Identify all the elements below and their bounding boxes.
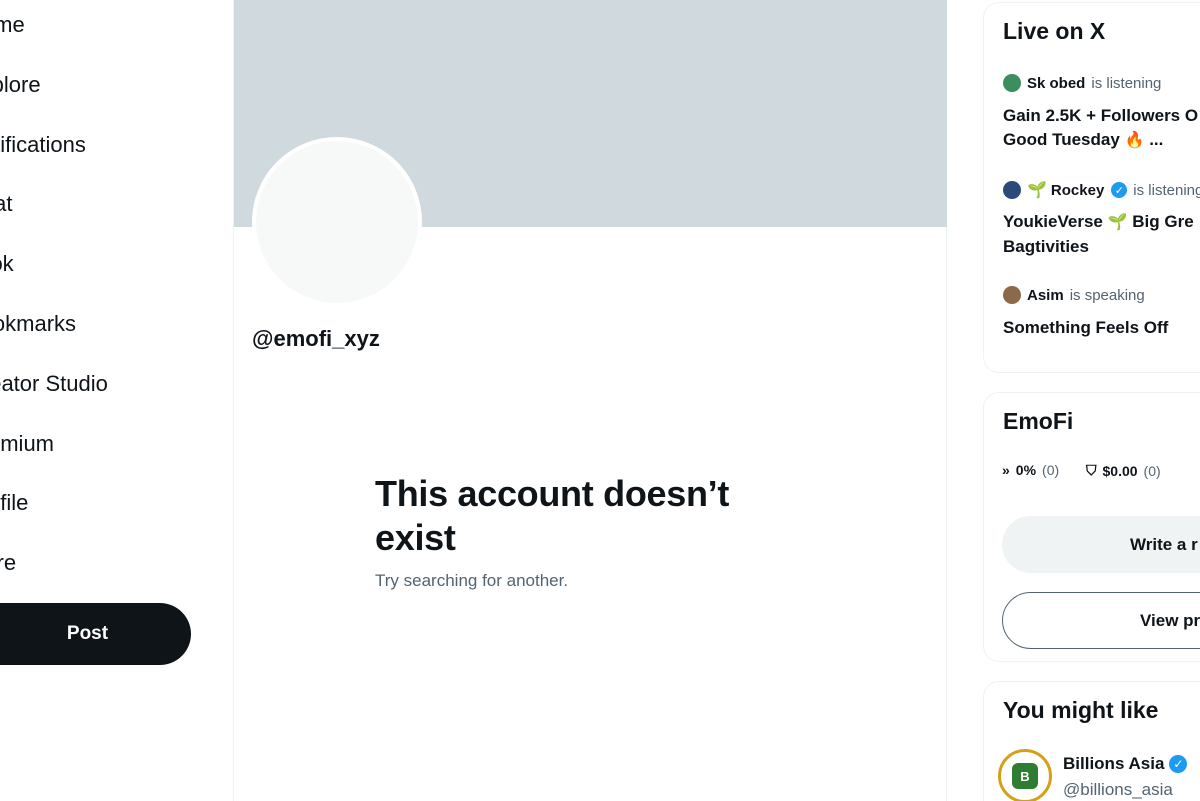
host-status: is listening	[1133, 181, 1200, 199]
billions-logo-icon: B	[1012, 763, 1038, 789]
live-entry-host[interactable]: 🌱 Rockey ✓ is listening	[1003, 180, 1200, 200]
verified-badge-icon: ✓	[1169, 755, 1188, 773]
nav-item-home[interactable]: Home	[0, 0, 206, 50]
community-stat: ⛉ $0.00 (0)	[1086, 462, 1161, 479]
main-column: @emofi_xyz This account doesn’t exist Tr…	[233, 0, 947, 801]
community-stat: » 0% (0)	[1002, 462, 1060, 478]
live-entry-host[interactable]: Sk obed is listening	[1003, 74, 1161, 92]
host-status: is listening	[1091, 74, 1162, 92]
you-might-like-title: You might like	[1003, 697, 1159, 723]
nav-item-more[interactable]: More	[0, 538, 206, 588]
nav-item-profile[interactable]: Profile	[0, 478, 206, 528]
host-avatar	[1003, 181, 1021, 199]
host-avatar	[1003, 286, 1021, 304]
left-navigation: Home Explore Notifications Chat Grok Boo…	[0, 0, 233, 801]
community-card-title: EmoFi	[1003, 408, 1074, 434]
host-avatar	[1003, 74, 1021, 92]
post-button-label: Post	[66, 623, 109, 644]
host-name: Asim	[1027, 286, 1064, 304]
fire-icon: 🔥	[1124, 132, 1145, 149]
nav-item-bookmarks[interactable]: Bookmarks	[0, 299, 206, 349]
live-entry-host[interactable]: Asim is speaking	[1003, 286, 1145, 304]
shield-icon: ⛉	[1086, 462, 1097, 478]
live-entry-title[interactable]: YoukieVerse 🌱 Big Gre Bagtivities	[1003, 210, 1200, 259]
profile-handle: @emofi_xyz	[252, 326, 380, 351]
live-entry-title-line: YoukieVerse 🌱 Big Gre	[1003, 212, 1194, 231]
empty-state: This account doesn’t exist Try searching…	[375, 472, 795, 591]
nav-item-notifications[interactable]: Notifications	[0, 120, 206, 170]
sprout-icon: 🌱	[1107, 214, 1128, 231]
verified-badge-icon: ✓	[1111, 182, 1128, 198]
suggest-handle: @billions_asia	[1063, 780, 1173, 799]
host-status: is speaking	[1069, 286, 1145, 304]
sprout-icon: 🌱	[1027, 182, 1047, 199]
host-name: Rockey	[1050, 181, 1105, 199]
nav-item-creator-studio[interactable]: Creator Studio	[0, 359, 206, 409]
host-name: Sk obed	[1027, 74, 1086, 92]
live-entry-title-line: Gain 2.5K + Followers O	[1003, 106, 1199, 125]
nav-item-explore[interactable]: Explore	[0, 60, 206, 110]
live-entry-title[interactable]: Something Feels Off	[1003, 316, 1200, 340]
right-sidebar: Live on X Sk obed is listening Gain 2.5K…	[983, 0, 1200, 801]
write-button[interactable]: Write a r	[1002, 516, 1200, 573]
live-entry-title-line: Good Tuesday 🔥 ...	[1003, 130, 1164, 149]
nav-item-grok[interactable]: Grok	[0, 239, 206, 289]
nav-item-premium[interactable]: Premium	[0, 419, 206, 469]
view-button[interactable]: View pr	[1002, 592, 1200, 649]
live-entry-title-line: Bagtivities	[1003, 237, 1089, 256]
nav-item-chat[interactable]: Chat	[0, 179, 206, 229]
empty-state-subtitle: Try searching for another.	[375, 571, 569, 590]
suggest-name[interactable]: Billions Asia ✓	[1063, 754, 1188, 774]
live-card-title: Live on X	[1003, 18, 1106, 44]
post-button[interactable]: Post	[0, 603, 191, 665]
empty-state-title: This account doesn’t exist	[375, 473, 730, 558]
suggest-avatar[interactable]: B	[998, 749, 1052, 801]
live-entry-title[interactable]: Gain 2.5K + Followers O Good Tuesday 🔥 .…	[1003, 104, 1200, 153]
profile-avatar	[252, 137, 422, 307]
chevrons-icon: »	[1002, 462, 1010, 478]
